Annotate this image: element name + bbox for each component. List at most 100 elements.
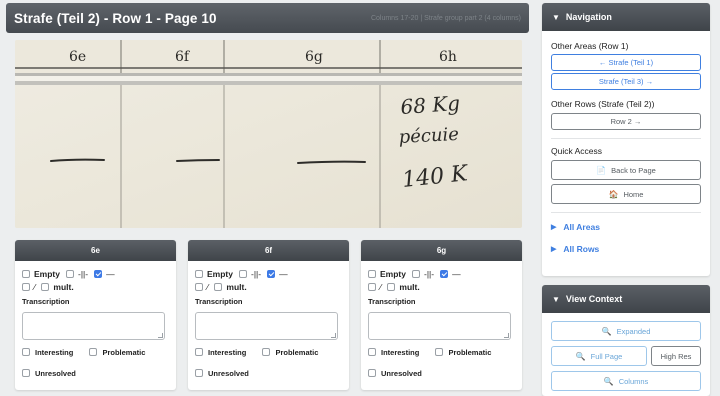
interesting-checkbox[interactable] xyxy=(22,348,30,356)
high-res-button[interactable]: High Res xyxy=(651,346,701,366)
dash-checkbox[interactable] xyxy=(440,269,449,278)
back-to-page-label: Back to Page xyxy=(611,165,656,175)
view-context-title: View Context xyxy=(565,294,623,304)
unresolved-checkbox[interactable] xyxy=(22,369,30,377)
option-label: — xyxy=(452,268,461,279)
option-label: ⁄ xyxy=(207,281,209,292)
option-ditto[interactable]: -||- xyxy=(238,268,262,279)
all-rows-link[interactable]: ▶ All Rows xyxy=(551,244,701,254)
transcription-input[interactable] xyxy=(195,312,338,340)
option-label: mult. xyxy=(226,281,247,292)
option-label: — xyxy=(279,268,288,279)
option-label: ⁄ xyxy=(34,281,36,292)
transcription-label: Transcription xyxy=(195,297,243,306)
flag-label: Problematic xyxy=(102,347,146,357)
empty-checkbox[interactable] xyxy=(368,269,376,278)
full-page-button[interactable]: 🔍 Full Page xyxy=(551,346,647,366)
card-title: 6g xyxy=(361,240,522,261)
home-button[interactable]: 🏠 Home xyxy=(551,184,701,204)
prev-area-button[interactable]: ← Strafe (Teil 1) xyxy=(551,54,701,71)
option-label: -||- xyxy=(250,268,262,279)
option-slash[interactable]: ⁄ xyxy=(22,282,35,292)
interesting-checkbox[interactable] xyxy=(368,348,376,356)
expand-triangle-icon: ▶ xyxy=(551,224,557,231)
ditto-checkbox[interactable] xyxy=(411,269,420,278)
next-area-button[interactable]: Strafe (Teil 3) → xyxy=(551,73,701,90)
transcription-label: Transcription xyxy=(368,297,416,306)
navigation-toggle[interactable]: ▼ Navigation xyxy=(542,3,710,31)
flag-interesting[interactable]: Interesting xyxy=(22,346,73,358)
option-label: Empty xyxy=(34,268,60,279)
all-areas-label: All Areas xyxy=(563,222,600,232)
ditto-checkbox[interactable] xyxy=(65,269,74,278)
column-card-6e: 6e Empty -||- — ⁄ mult. Transcription In… xyxy=(15,240,176,390)
flag-label: Unresolved xyxy=(208,368,249,378)
dash-checkbox[interactable] xyxy=(94,269,103,278)
mult-checkbox[interactable] xyxy=(387,282,396,291)
problematic-checkbox[interactable] xyxy=(262,348,271,356)
dash-checkbox[interactable] xyxy=(267,269,276,278)
full-page-label: Full Page xyxy=(590,351,623,361)
option-slash[interactable]: ⁄ xyxy=(195,282,208,292)
next-row-button[interactable]: Row 2 → xyxy=(551,113,701,130)
empty-checkbox[interactable] xyxy=(22,269,30,278)
card-title: 6f xyxy=(188,240,349,261)
collapse-triangle-icon: ▼ xyxy=(552,294,560,304)
home-icon: 🏠 xyxy=(608,189,619,199)
transcription-input[interactable] xyxy=(368,312,511,340)
unresolved-checkbox[interactable] xyxy=(195,369,203,377)
option-ditto[interactable]: -||- xyxy=(65,269,88,279)
flag-label: Problematic xyxy=(275,347,319,357)
option-dash[interactable]: — xyxy=(94,269,115,279)
option-dash[interactable]: — xyxy=(267,269,288,279)
option-empty[interactable]: Empty xyxy=(368,269,406,279)
flag-problematic[interactable]: Problematic xyxy=(89,346,145,358)
empty-checkbox[interactable] xyxy=(195,269,203,278)
problematic-checkbox[interactable] xyxy=(435,348,444,356)
problematic-checkbox[interactable] xyxy=(89,348,98,356)
option-slash[interactable]: ⁄ xyxy=(368,282,381,292)
flag-label: Unresolved xyxy=(381,368,422,378)
expanded-label: Expanded xyxy=(616,326,651,336)
unresolved-checkbox[interactable] xyxy=(368,369,376,377)
collapse-triangle-icon: ▼ xyxy=(552,12,560,22)
back-to-page-button[interactable]: 📄 Back to Page xyxy=(551,160,701,180)
flag-problematic[interactable]: Problematic xyxy=(262,346,318,358)
all-areas-link[interactable]: ▶ All Areas xyxy=(551,222,701,232)
expanded-view-button[interactable]: 🔍 Expanded xyxy=(551,321,701,341)
mult-checkbox[interactable] xyxy=(214,282,223,291)
option-label: mult. xyxy=(53,281,74,292)
expand-triangle-icon: ▶ xyxy=(551,246,557,253)
flag-unresolved[interactable]: Unresolved xyxy=(195,367,249,379)
option-dash[interactable]: — xyxy=(440,269,461,279)
flag-problematic[interactable]: Problematic xyxy=(435,346,491,358)
columns-view-button[interactable]: 🔍 Columns xyxy=(551,371,701,391)
slash-checkbox[interactable] xyxy=(368,282,376,291)
magnifier-icon: 🔍 xyxy=(601,326,612,336)
transcription-input[interactable] xyxy=(22,312,165,340)
option-mult[interactable]: mult. xyxy=(387,281,420,292)
option-mult[interactable]: mult. xyxy=(214,281,247,292)
scan-handwriting-1: 68 Kg xyxy=(400,91,461,119)
option-empty[interactable]: Empty xyxy=(195,269,233,279)
view-context-toggle[interactable]: ▼ View Context xyxy=(542,285,710,313)
flag-unresolved[interactable]: Unresolved xyxy=(22,367,76,379)
flag-unresolved[interactable]: Unresolved xyxy=(368,367,422,379)
option-ditto[interactable]: -||- xyxy=(411,269,434,279)
flag-label: Problematic xyxy=(448,347,492,357)
flag-label: Interesting xyxy=(35,347,74,357)
page-title: Strafe (Teil 2) - Row 1 - Page 10 xyxy=(14,10,217,26)
column-card-6g: 6g Empty -||- — ⁄ mult. Transcription In… xyxy=(361,240,522,390)
interesting-checkbox[interactable] xyxy=(195,348,203,356)
ditto-checkbox[interactable] xyxy=(238,269,247,278)
mult-checkbox[interactable] xyxy=(41,282,50,291)
flag-interesting[interactable]: Interesting xyxy=(195,346,246,358)
flag-label: Interesting xyxy=(208,347,247,357)
option-empty[interactable]: Empty xyxy=(22,269,60,279)
view-context-panel: ▼ View Context 🔍 Expanded 🔍 Full Page Hi… xyxy=(542,285,710,396)
option-mult[interactable]: mult. xyxy=(41,281,74,292)
slash-checkbox[interactable] xyxy=(22,282,30,291)
option-label: mult. xyxy=(399,281,420,292)
slash-checkbox[interactable] xyxy=(195,282,203,291)
flag-interesting[interactable]: Interesting xyxy=(368,346,419,358)
